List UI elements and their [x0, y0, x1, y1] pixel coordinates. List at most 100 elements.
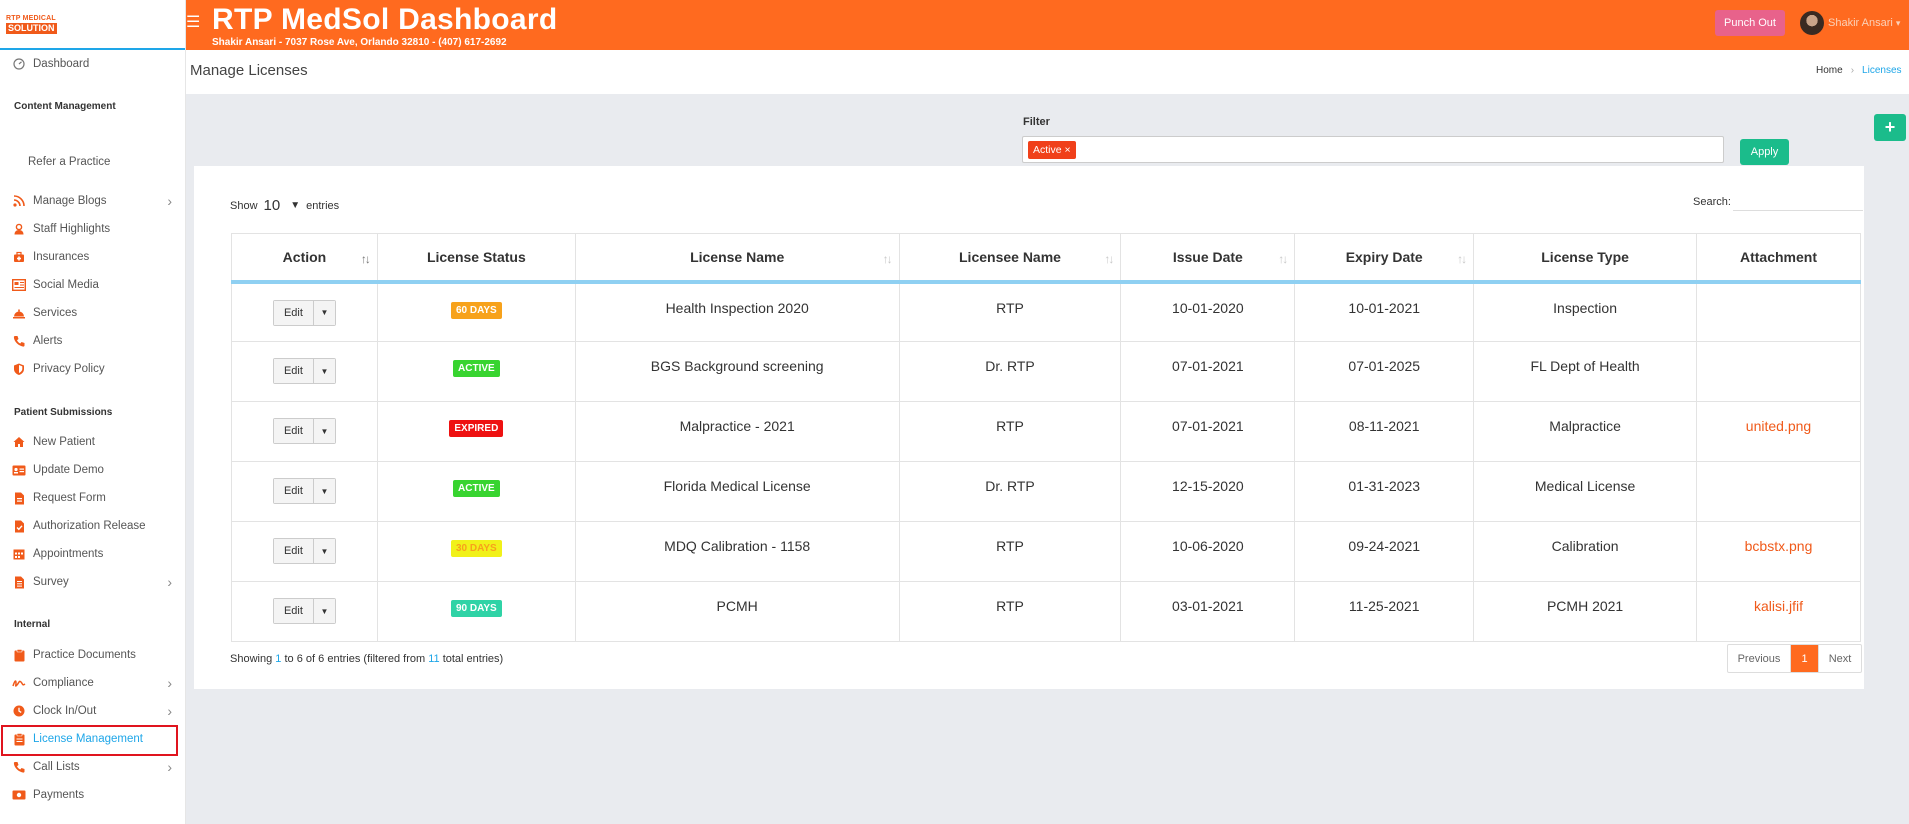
sidebar-item-manage-blogs[interactable]: Manage Blogs ›: [0, 190, 186, 212]
sidebar-item-appointments[interactable]: Appointments: [0, 543, 186, 565]
info-text: to: [284, 653, 294, 665]
issue-date-cell: 12-15-2020: [1120, 461, 1296, 522]
punch-out-button[interactable]: Punch Out: [1715, 10, 1785, 36]
table-row: Edit ▼ EXPIRED Malpractice - 2021 RTP 07-…: [231, 401, 1861, 462]
user-menu[interactable]: Shakir Ansari ▾: [1800, 11, 1900, 35]
info-total: 6: [318, 653, 325, 665]
sidebar-item-label: Social Media: [33, 279, 99, 291]
license-type-cell: Medical License: [1473, 461, 1698, 522]
edit-button[interactable]: Edit: [273, 419, 314, 443]
column-header-attachment[interactable]: Attachment: [1696, 233, 1861, 284]
sidebar-item-services[interactable]: Services: [0, 302, 186, 324]
edit-button[interactable]: Edit: [273, 599, 314, 623]
caret-down-icon[interactable]: ▼: [313, 479, 335, 503]
column-header-action[interactable]: Action ↑↓: [231, 233, 378, 284]
info-text: Showing: [230, 653, 273, 665]
sidebar-item-label: Authorization Release: [33, 520, 146, 532]
sidebar-item-authorization-release[interactable]: Authorization Release: [0, 515, 186, 537]
licensee-cell: RTP: [898, 401, 1122, 462]
attachment-link[interactable]: kalisi.jfif: [1754, 598, 1803, 614]
sidebar-item-label: Compliance: [33, 677, 94, 689]
sidebar-item-social-media[interactable]: Social Media: [0, 274, 186, 296]
previous-page-button[interactable]: Previous: [1728, 645, 1791, 672]
status-cell: 90 DAYS: [376, 581, 576, 642]
sidebar-item-compliance[interactable]: Compliance ›: [0, 672, 186, 694]
sidebar-item-payments[interactable]: Payments: [0, 784, 186, 806]
sidebar-item-call-lists[interactable]: Call Lists ›: [0, 756, 186, 778]
staff-icon: [12, 222, 26, 236]
license-type-cell: Calibration: [1473, 521, 1698, 582]
caret-down-icon[interactable]: ▼: [313, 599, 335, 623]
column-header-license-name[interactable]: License Name ↑↓: [574, 233, 900, 284]
attachment-link[interactable]: united.png: [1746, 418, 1811, 434]
edit-button[interactable]: Edit: [273, 539, 314, 563]
menu-toggle-icon[interactable]: ☰: [186, 12, 200, 32]
sidebar-item-new-patient[interactable]: New Patient: [0, 431, 186, 453]
logo[interactable]: RTP MEDICAL SOLUTION: [0, 0, 185, 50]
sidebar-item-survey[interactable]: Survey ›: [0, 571, 186, 593]
column-header-label: Attachment: [1740, 248, 1818, 265]
column-header-license-type[interactable]: License Type: [1473, 233, 1698, 284]
column-header-label: License Name: [690, 248, 785, 265]
filter-label: Filter: [1023, 116, 1050, 128]
add-license-button[interactable]: +: [1874, 114, 1906, 141]
licenses-table: Action ↑↓ License Status License Name ↑↓ L…: [231, 233, 1861, 642]
license-name-cell: BGS Background screening: [574, 341, 900, 402]
sidebar-item-alerts[interactable]: Alerts: [0, 330, 186, 352]
entries-select-value: 10: [263, 197, 281, 214]
edit-button-group: Edit ▼: [272, 418, 336, 444]
chevron-down-icon: ▼: [290, 200, 301, 211]
search-input[interactable]: [1732, 193, 1863, 211]
edit-button[interactable]: Edit: [273, 359, 314, 383]
sidebar-item-dashboard[interactable]: Dashboard: [0, 53, 186, 75]
status-cell: 30 DAYS: [376, 521, 576, 582]
caret-down-icon[interactable]: ▼: [313, 359, 335, 383]
filter-chip-active[interactable]: Active ×: [1028, 141, 1076, 159]
page-1-button[interactable]: 1: [1791, 645, 1818, 672]
section-internal: Internal: [14, 619, 51, 630]
clipboard-icon: [12, 648, 26, 662]
sidebar-item-update-demo[interactable]: Update Demo: [0, 459, 186, 481]
filter-input[interactable]: Active ×: [1022, 136, 1724, 163]
attachment-cell: bcbstx.png: [1696, 521, 1861, 582]
sidebar-item-request-form[interactable]: Request Form: [0, 487, 186, 509]
show-entries: Show 10 ▼ entries: [230, 197, 339, 214]
column-header-licensee-name[interactable]: Licensee Name ↑↓: [898, 233, 1122, 284]
edit-button[interactable]: Edit: [273, 479, 314, 503]
sort-icon: ↑↓: [1278, 252, 1288, 266]
breadcrumb-home[interactable]: Home: [1816, 65, 1843, 76]
column-header-issue-date[interactable]: Issue Date ↑↓: [1120, 233, 1296, 284]
sidebar-item-label: Insurances: [33, 251, 90, 263]
caret-down-icon[interactable]: ▼: [313, 300, 335, 325]
caret-down-icon[interactable]: ▼: [313, 539, 335, 563]
table-row: Edit ▼ ACTIVE BGS Background screening Dr…: [231, 341, 1861, 402]
sidebar-item-label: Dashboard: [33, 58, 90, 70]
attachment-link[interactable]: bcbstx.png: [1745, 538, 1813, 554]
sidebar-item-practice-documents[interactable]: Practice Documents: [0, 644, 186, 666]
sidebar-item-refer-practice[interactable]: Refer a Practice: [0, 151, 186, 173]
phone-icon: [12, 334, 26, 348]
sidebar-item-clock-in-out[interactable]: Clock In/Out ›: [0, 700, 186, 722]
column-header-license-status[interactable]: License Status: [376, 233, 576, 284]
expiry-date-cell: 10-01-2021: [1294, 281, 1475, 342]
apply-button[interactable]: Apply: [1740, 139, 1789, 165]
caret-down-icon[interactable]: ▼: [313, 419, 335, 443]
sidebar-item-staff-highlights[interactable]: Staff Highlights: [0, 218, 186, 240]
issue-date-cell: 10-01-2020: [1120, 281, 1296, 342]
entries-select[interactable]: 10 ▼: [264, 197, 301, 214]
next-page-button[interactable]: Next: [1818, 645, 1861, 672]
action-cell: Edit ▼: [231, 281, 378, 342]
edit-button-group: Edit ▼: [272, 538, 336, 564]
page-title: Manage Licenses: [190, 62, 308, 79]
home-icon: [12, 435, 26, 449]
status-badge: EXPIRED: [449, 420, 504, 437]
edit-button[interactable]: Edit: [273, 300, 314, 325]
sidebar-item-privacy-policy[interactable]: Privacy Policy: [0, 358, 186, 380]
sidebar-item-label: Survey: [33, 576, 69, 588]
column-header-expiry-date[interactable]: Expiry Date ↑↓: [1294, 233, 1475, 284]
sidebar-item-insurances[interactable]: Insurances: [0, 246, 186, 268]
show-label: Show: [230, 199, 258, 212]
table-row: Edit ▼ 90 DAYS PCMH RTP 03-01-2021 11-25-…: [231, 581, 1861, 642]
rss-icon: [12, 194, 26, 208]
breadcrumb: Home › Licenses: [1816, 65, 1902, 76]
